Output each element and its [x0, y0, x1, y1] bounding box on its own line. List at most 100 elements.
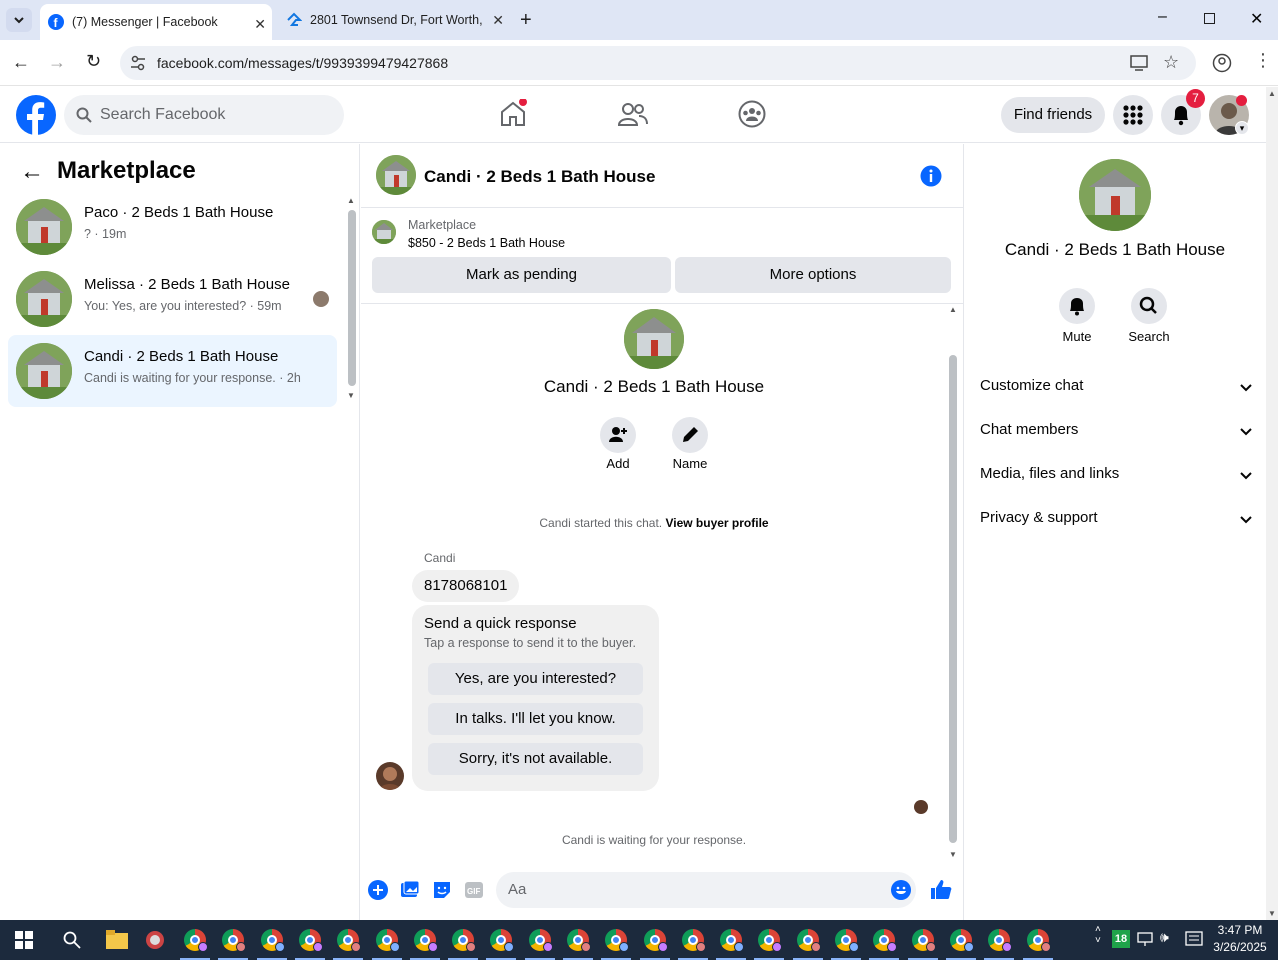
quick-response-button[interactable]: Yes, are you interested?: [428, 663, 643, 695]
menu-grid-button[interactable]: [1113, 95, 1153, 135]
friends-icon[interactable]: [618, 101, 648, 127]
chrome-window-icon[interactable]: [372, 929, 402, 960]
close-window-button[interactable]: ✕: [1250, 9, 1263, 29]
chat-header: Candi · 2 Beds 1 Bath House: [361, 144, 964, 208]
customize-chat-section[interactable]: Customize chat: [980, 377, 1252, 394]
listing-detail[interactable]: $850 - 2 Beds 1 Bath House: [408, 236, 565, 250]
bookmark-star-icon[interactable]: ☆: [1163, 52, 1179, 73]
chrome-window-icon[interactable]: [486, 929, 516, 960]
photo-icon[interactable]: [400, 880, 420, 900]
reload-icon[interactable]: ↻: [86, 51, 101, 72]
chrome-window-icon[interactable]: [640, 929, 670, 960]
conversation-item[interactable]: Melissa · 2 Beds 1 Bath House You: Yes, …: [8, 263, 337, 335]
chat-title[interactable]: Candi · 2 Beds 1 Bath House: [424, 167, 655, 187]
chrome-window-icon[interactable]: [908, 929, 938, 960]
chrome-window-icon[interactable]: [678, 929, 708, 960]
home-icon[interactable]: [498, 99, 528, 129]
view-buyer-profile-link[interactable]: View buyer profile: [665, 516, 768, 530]
chrome-window-icon[interactable]: [563, 929, 593, 960]
conversation-item-selected[interactable]: Candi · 2 Beds 1 Bath House Candi is wai…: [8, 335, 337, 407]
chat-members-section[interactable]: Chat members: [980, 421, 1252, 438]
chrome-window-icon[interactable]: [754, 929, 784, 960]
seen-receipt-avatar: [914, 800, 928, 814]
facebook-logo-icon[interactable]: [16, 95, 56, 135]
message-bubble[interactable]: 8178068101: [412, 570, 520, 602]
chrome-window-icon[interactable]: [257, 929, 287, 960]
sender-avatar[interactable]: [376, 762, 404, 790]
tray-overflow-icon[interactable]: ˄ ˅: [1095, 924, 1101, 946]
page-scrollbar[interactable]: ▲ ▼: [1266, 87, 1278, 920]
chrome-window-icon[interactable]: [946, 929, 976, 960]
mute-button[interactable]: [1059, 288, 1095, 324]
close-tab-icon[interactable]: ✕: [492, 12, 504, 29]
chrome-window-icon[interactable]: [716, 929, 746, 960]
volume-icon[interactable]: 🕪: [1160, 929, 1169, 946]
plus-circle-icon[interactable]: [368, 880, 388, 900]
minimize-button[interactable]: –: [1158, 8, 1167, 26]
restore-button[interactable]: [1204, 13, 1215, 24]
details-avatar: [1079, 159, 1151, 231]
more-options-button[interactable]: More options: [675, 257, 951, 293]
info-icon[interactable]: [920, 165, 942, 187]
find-friends-button[interactable]: Find friends: [1001, 97, 1105, 133]
tab-list-icon[interactable]: [6, 8, 32, 32]
mark-as-pending-button[interactable]: Mark as pending: [372, 257, 671, 293]
chrome-window-icon[interactable]: [448, 929, 478, 960]
thumbs-up-icon[interactable]: [930, 878, 952, 900]
quick-response-button[interactable]: Sorry, it's not available.: [428, 743, 643, 775]
app-icon[interactable]: [144, 929, 166, 951]
sticker-icon[interactable]: [432, 880, 452, 900]
chrome-window-icon[interactable]: [525, 929, 555, 960]
message-input[interactable]: Aa: [496, 872, 916, 908]
site-settings-icon[interactable]: [130, 55, 146, 71]
chrome-window-icon[interactable]: [1023, 929, 1053, 960]
gif-icon[interactable]: GIF: [464, 880, 484, 900]
start-windows-icon[interactable]: [15, 931, 33, 949]
back-arrow-icon[interactable]: ←: [20, 158, 44, 186]
forward-icon[interactable]: →: [48, 52, 66, 73]
media-files-links-section[interactable]: Media, files and links: [980, 465, 1252, 482]
chat-details-panel: Candi · 2 Beds 1 Bath House Mute Search …: [964, 144, 1266, 920]
notification-center-icon[interactable]: [1185, 931, 1203, 949]
chrome-window-icon[interactable]: [831, 929, 861, 960]
chrome-window-icon[interactable]: [410, 929, 440, 960]
file-explorer-icon[interactable]: [106, 930, 128, 950]
taskbar-search-icon[interactable]: [63, 931, 81, 949]
back-icon[interactable]: ←: [12, 52, 30, 73]
chat-avatar[interactable]: [376, 155, 416, 195]
message-scrollbar[interactable]: ▲ ▼: [947, 305, 959, 859]
privacy-support-section[interactable]: Privacy & support: [980, 509, 1252, 526]
network-icon[interactable]: [1137, 932, 1155, 948]
new-tab-button[interactable]: +: [520, 9, 532, 32]
profile-icon[interactable]: [1212, 53, 1232, 73]
clock-date[interactable]: 3/26/2025: [1210, 940, 1270, 954]
chrome-window-icon[interactable]: [869, 929, 899, 960]
list-scrollbar[interactable]: ▲ ▼: [346, 196, 356, 400]
address-bar[interactable]: facebook.com/messages/t/9939399479427868…: [120, 46, 1196, 80]
conversation-item[interactable]: Paco · 2 Beds 1 Bath House ? · 19m: [8, 191, 337, 263]
chrome-window-icon[interactable]: [984, 929, 1014, 960]
edit-name-button[interactable]: [672, 417, 708, 453]
install-app-icon[interactable]: [1130, 55, 1148, 71]
quick-response-button[interactable]: In talks. I'll let you know.: [428, 703, 643, 735]
chrome-window-icon[interactable]: [180, 929, 210, 960]
chrome-window-icon[interactable]: [218, 929, 248, 960]
chrome-window-icon[interactable]: [295, 929, 325, 960]
emoji-icon[interactable]: [891, 880, 911, 900]
clock-time[interactable]: 3:47 PM: [1210, 923, 1270, 937]
chrome-window-icon[interactable]: [793, 929, 823, 960]
listing-thumbnail[interactable]: [372, 220, 396, 244]
tab-zillow[interactable]: 2801 Townsend Dr, Fort Worth, ✕: [278, 0, 510, 40]
tab-messenger[interactable]: f (7) Messenger | Facebook ✕: [40, 4, 272, 40]
add-member-button[interactable]: [600, 417, 636, 453]
chrome-window-icon[interactable]: [601, 929, 631, 960]
message-placeholder: Aa: [508, 881, 527, 898]
account-chevron-icon[interactable]: ▾: [1235, 121, 1249, 135]
chrome-window-icon[interactable]: [333, 929, 363, 960]
search-facebook-input[interactable]: Search Facebook: [64, 95, 344, 135]
groups-icon[interactable]: [738, 100, 766, 128]
menu-kebab-icon[interactable]: ⋮: [1254, 50, 1272, 71]
close-tab-icon[interactable]: ✕: [254, 16, 266, 33]
tray-app-icon[interactable]: 18: [1112, 930, 1130, 948]
search-chat-button[interactable]: [1131, 288, 1167, 324]
